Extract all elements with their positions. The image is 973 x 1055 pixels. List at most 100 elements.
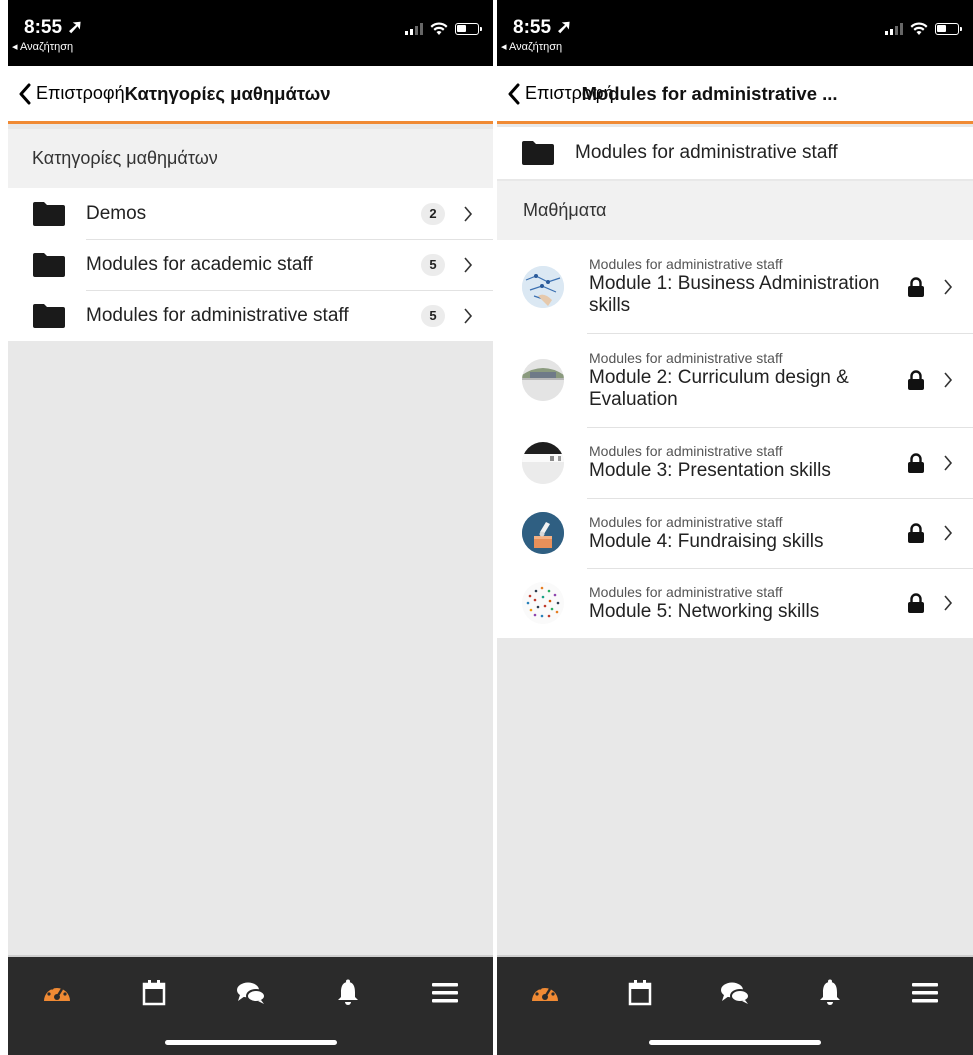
menu-tab[interactable]: [909, 977, 941, 1009]
section-header: Κατηγορίες μαθημάτων: [8, 129, 493, 188]
messages-icon: [236, 982, 266, 1004]
status-time: 8:55 ➚: [513, 17, 573, 38]
chevron-right-icon: [464, 307, 473, 324]
lock-icon: [908, 593, 924, 613]
messages-tab[interactable]: [235, 977, 267, 1009]
folder-icon: [522, 141, 554, 165]
signal-icon: [885, 23, 903, 35]
bell-icon: [337, 979, 358, 1005]
wifi-icon: [910, 22, 928, 35]
home-indicator[interactable]: [649, 1040, 821, 1045]
notifications-tab[interactable]: [814, 977, 846, 1009]
notifications-tab[interactable]: [332, 977, 364, 1009]
course-category: Modules for administrative staff: [589, 583, 783, 600]
course-category: Modules for administrative staff: [589, 443, 783, 459]
status-time: 8:55 ➚: [24, 17, 84, 38]
course-name: Module 2: Curriculum design & Evaluation: [589, 366, 849, 410]
course-row[interactable]: Modules for administrative staff Module …: [497, 427, 973, 498]
chevron-left-icon: [19, 83, 31, 104]
status-icons: [885, 22, 962, 36]
category-row[interactable]: Modules for academic staff 5: [8, 239, 493, 290]
course-name: Module 1: Business Administration skills: [589, 273, 880, 316]
course-name: Module 4: Fundraising skills: [589, 530, 824, 552]
count-badge: 2: [421, 202, 445, 225]
category-row[interactable]: Modules for administrative staff 5: [8, 290, 493, 341]
current-category-row[interactable]: Modules for administrative staff: [497, 127, 973, 179]
messages-tab[interactable]: [719, 977, 751, 1009]
course-category: Modules for administrative staff: [589, 256, 783, 272]
calendar-tab[interactable]: [138, 977, 170, 1009]
building-thumb: [522, 359, 564, 401]
category-list: Demos 2 Modules for academic staff 5 Mod…: [8, 188, 493, 341]
lock-icon: [908, 276, 924, 297]
page-title: Modules for administrative ...: [581, 82, 838, 104]
nav-bar: Επιστροφή Modules for administrative ...: [497, 66, 973, 124]
chevron-right-icon: [464, 256, 473, 273]
status-back-link[interactable]: ◂ Αναζήτηση: [12, 40, 73, 53]
count-badge: 5: [421, 253, 445, 276]
chevron-right-icon: [944, 278, 953, 295]
signal-icon: [405, 23, 423, 35]
menu-icon: [431, 983, 458, 1003]
course-row[interactable]: Modules for administrative staff Module …: [497, 240, 973, 333]
calendar-icon: [142, 980, 165, 1006]
calendar-icon: [628, 980, 652, 1006]
count-badge: 5: [421, 304, 445, 327]
status-bar: 8:55 ➚ ◂ Αναζήτηση: [8, 0, 493, 66]
category-label: Modules for administrative staff: [86, 304, 349, 326]
category-label: Demos: [86, 202, 147, 224]
calendar-tab[interactable]: [624, 977, 656, 1009]
lock-icon: [908, 523, 924, 543]
tab-bar: [497, 955, 973, 1055]
network-map-thumb: [522, 265, 564, 308]
lock-icon: [908, 452, 924, 473]
courses-screen: 8:55 ➚ ◂ Αναζήτηση Επιστροφή Modules for…: [497, 0, 973, 1055]
lock-icon: [908, 370, 924, 390]
current-category-label: Modules for administrative staff: [575, 142, 838, 163]
course-row[interactable]: Modules for administrative staff Module …: [497, 333, 973, 427]
folder-icon: [33, 303, 65, 328]
menu-tab[interactable]: [429, 977, 461, 1009]
page-title: Κατηγορίες μαθημάτων: [124, 82, 331, 104]
course-row[interactable]: Modules for administrative staff Module …: [497, 498, 973, 568]
dashboard-icon: [43, 986, 70, 1001]
chevron-right-icon: [944, 372, 953, 388]
course-category: Modules for administrative staff: [589, 349, 783, 366]
course-category: Modules for administrative staff: [589, 513, 783, 530]
course-list: Modules for administrative staff Module …: [497, 240, 973, 638]
status-icons: [405, 22, 482, 36]
status-bar: 8:55 ➚ ◂ Αναζήτηση: [497, 0, 973, 66]
dots-network-thumb: [522, 582, 564, 624]
status-back-link[interactable]: ◂ Αναζήτηση: [501, 40, 562, 53]
bell-icon: [820, 979, 841, 1005]
wifi-icon: [430, 22, 448, 35]
dashboard-icon: [531, 986, 558, 1001]
chevron-right-icon: [944, 525, 953, 541]
category-label: Modules for academic staff: [86, 253, 313, 275]
battery-icon: [455, 23, 482, 35]
category-row[interactable]: Demos 2: [8, 188, 493, 239]
nav-bar: Επιστροφή Κατηγορίες μαθημάτων: [8, 66, 493, 124]
back-label: Επιστροφή: [36, 83, 125, 103]
room-thumb: [522, 441, 564, 484]
back-button[interactable]: Επιστροφή: [8, 83, 125, 105]
donation-box-thumb: [522, 512, 564, 554]
home-indicator[interactable]: [164, 1040, 337, 1045]
chevron-right-icon: [464, 205, 473, 222]
chevron-right-icon: [944, 454, 953, 471]
categories-screen: 8:55 ➚ ◂ Αναζήτηση Επιστροφή Κατηγορίες …: [8, 0, 493, 1055]
folder-icon: [33, 201, 65, 226]
messages-icon: [720, 982, 750, 1004]
chevron-left-icon: [508, 83, 520, 104]
section-header: Μαθήματα: [497, 181, 973, 240]
folder-icon: [33, 252, 65, 277]
chevron-right-icon: [944, 595, 953, 611]
course-name: Module 5: Networking skills: [589, 600, 820, 622]
dashboard-tab[interactable]: [41, 977, 73, 1009]
dashboard-tab[interactable]: [529, 977, 561, 1009]
course-row[interactable]: Modules for administrative staff Module …: [497, 568, 973, 638]
battery-icon: [935, 23, 962, 35]
course-name: Module 3: Presentation skills: [589, 460, 831, 481]
menu-icon: [912, 983, 939, 1003]
tab-bar: [8, 955, 493, 1055]
